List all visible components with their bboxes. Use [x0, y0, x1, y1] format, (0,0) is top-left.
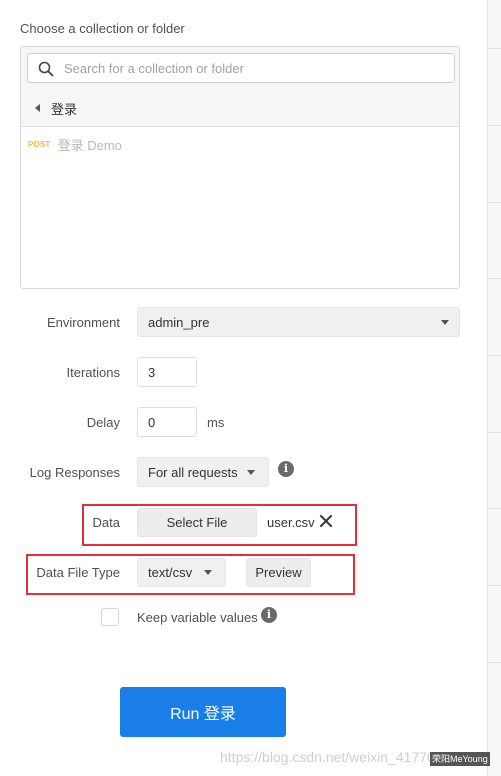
delay-label: Delay	[86, 415, 120, 430]
selected-file-name: user.csv	[267, 515, 315, 530]
data-file-type-select[interactable]: text/csv	[137, 558, 226, 587]
select-file-button[interactable]: Select File	[137, 508, 257, 537]
iterations-label: Iterations	[66, 365, 120, 380]
select-file-label: Select File	[166, 515, 228, 530]
run-button[interactable]: Run 登录	[120, 687, 286, 737]
keep-variable-values-checkbox[interactable]	[101, 608, 119, 626]
chevron-down-icon	[247, 470, 255, 475]
watermark: https://blog.csdn.net/weixin_41770600	[220, 749, 459, 765]
preview-label: Preview	[255, 565, 302, 580]
iterations-value: 3	[148, 364, 156, 380]
environment-label: Environment	[47, 315, 120, 330]
log-responses-label: Log Responses	[29, 465, 120, 480]
info-icon[interactable]: i	[261, 607, 277, 623]
breadcrumb-back[interactable]: 登录	[35, 99, 77, 117]
data-file-type-value: text/csv	[148, 565, 193, 580]
search-box[interactable]	[27, 53, 455, 83]
log-responses-select[interactable]: For all requests	[137, 457, 269, 487]
data-label: Data	[92, 515, 120, 530]
chevron-down-icon	[204, 570, 212, 575]
request-list-item[interactable]: POST 登录 Demo	[28, 135, 122, 154]
delay-input[interactable]: 0	[137, 407, 197, 437]
picker-header: 登录	[21, 47, 459, 127]
request-name: 登录 Demo	[57, 138, 122, 153]
watermark-badge: 荣阳MeYoung	[430, 752, 490, 766]
collection-picker: 登录 POST 登录 Demo	[20, 46, 460, 289]
collection-heading: Choose a collection or folder	[20, 21, 185, 36]
search-input[interactable]	[64, 57, 449, 79]
breadcrumb-label: 登录	[51, 101, 78, 117]
close-icon[interactable]	[319, 514, 333, 528]
delay-value: 0	[148, 414, 156, 430]
iterations-input[interactable]: 3	[137, 357, 197, 387]
request-method: POST	[28, 140, 51, 149]
back-caret-icon	[35, 104, 40, 112]
right-panel-edge	[487, 0, 501, 776]
data-file-type-label: Data File Type	[36, 565, 120, 580]
search-icon	[38, 61, 54, 77]
log-responses-value: For all requests	[148, 464, 238, 480]
environment-select[interactable]: admin_pre	[137, 307, 460, 337]
info-icon[interactable]: i	[278, 461, 294, 477]
keep-variable-values-label: Keep variable values	[137, 610, 258, 625]
delay-unit: ms	[207, 415, 225, 430]
preview-button[interactable]: Preview	[246, 558, 311, 587]
environment-value: admin_pre	[148, 314, 210, 330]
chevron-down-icon	[441, 320, 449, 325]
